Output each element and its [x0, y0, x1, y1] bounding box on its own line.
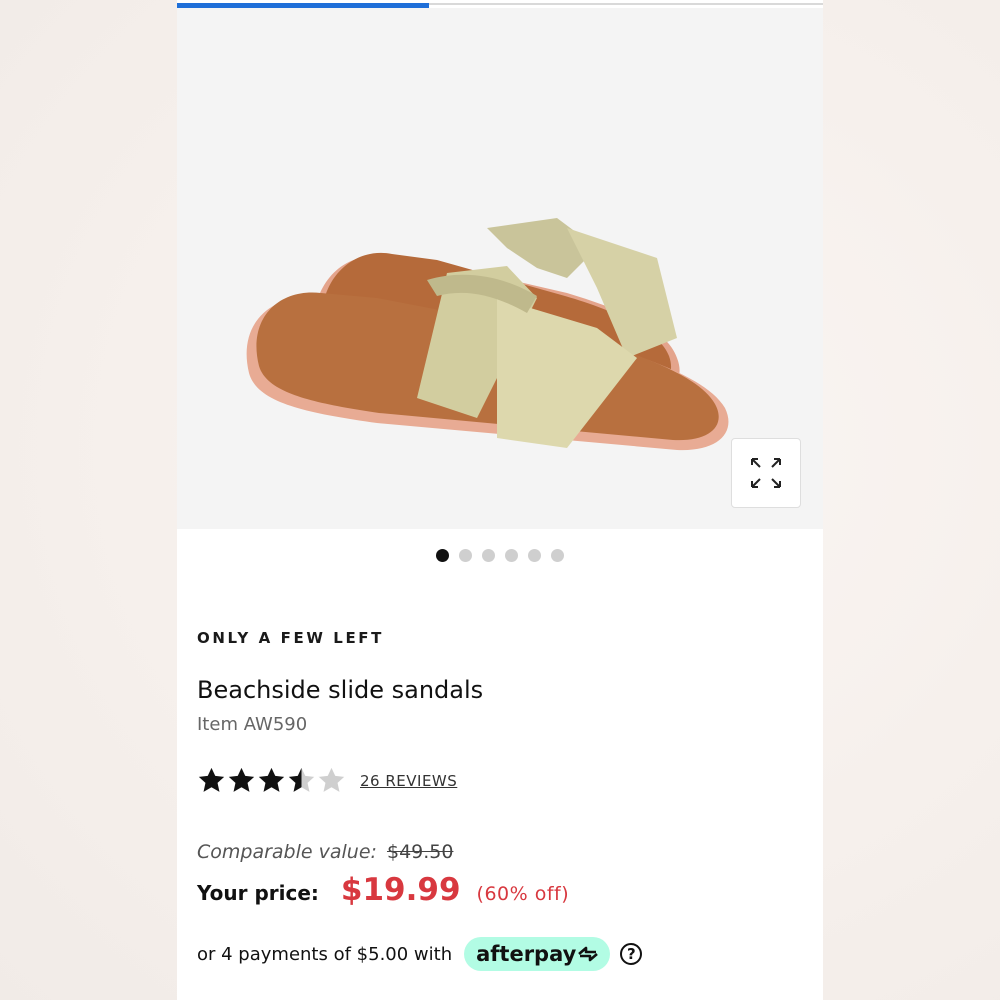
discount-label: (60% off) [476, 883, 570, 905]
rating-row: 26 REVIEWS [197, 766, 457, 795]
gallery-dot[interactable] [459, 549, 472, 562]
star-icon [198, 767, 225, 792]
star-icon [228, 767, 255, 792]
item-number: Item AW590 [197, 714, 308, 735]
stock-badge: ONLY A FEW LEFT [197, 629, 384, 647]
question-circle-icon[interactable]: ? [620, 943, 643, 965]
product-image[interactable] [177, 8, 823, 529]
gallery-dot[interactable] [551, 549, 564, 562]
gallery-dot[interactable] [505, 549, 518, 562]
gallery-progress-track [177, 3, 823, 9]
product-panel: ONLY A FEW LEFT Beachside slide sandals … [177, 0, 823, 1000]
gallery-dot[interactable] [436, 549, 449, 562]
price-row: Your price: $19.99 (60% off) [197, 872, 569, 908]
comparable-label: Comparable value: [197, 841, 377, 863]
gallery-dots [177, 549, 823, 562]
your-price-label: Your price: [197, 881, 319, 905]
star-icon [258, 767, 285, 792]
afterpay-brand: afterpay [476, 942, 577, 966]
afterpay-arrows-icon [578, 946, 599, 962]
star-rating[interactable] [197, 766, 346, 795]
sandals-photo [246, 218, 729, 451]
comparable-price: $49.50 [386, 841, 454, 863]
afterpay-logo-button[interactable]: afterpay [464, 937, 611, 971]
gallery-dot[interactable] [482, 549, 495, 562]
expand-arrows-icon [751, 458, 781, 488]
star-icon [318, 767, 345, 792]
star-icon [288, 767, 315, 792]
afterpay-row: or 4 payments of $5.00 with afterpay ? [197, 937, 643, 971]
expand-image-button[interactable] [731, 438, 801, 508]
reviews-link[interactable]: 26 REVIEWS [360, 772, 457, 790]
product-title: Beachside slide sandals [197, 676, 484, 704]
gallery-dot[interactable] [528, 549, 541, 562]
sale-price: $19.99 [340, 872, 461, 908]
comparable-value: Comparable value: $49.50 [197, 841, 453, 863]
afterpay-text: or 4 payments of $5.00 with [197, 943, 453, 965]
